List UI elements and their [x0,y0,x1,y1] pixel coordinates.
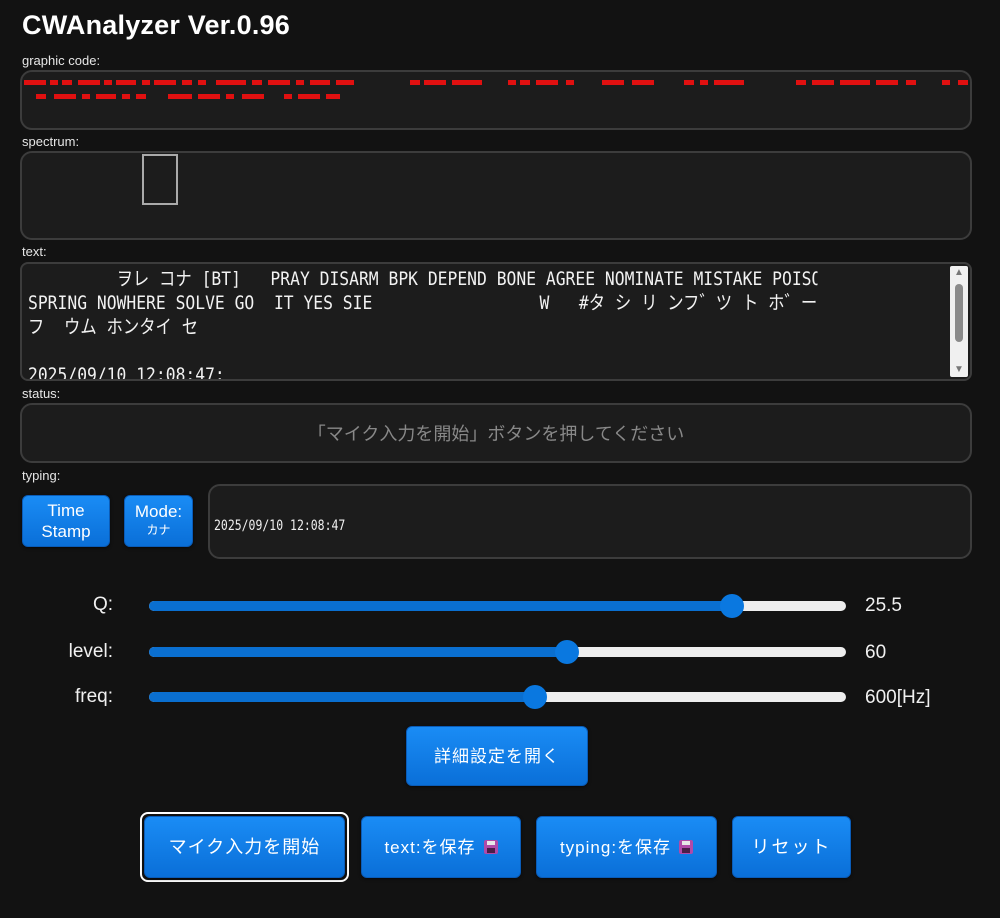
timestamp-button[interactable]: Time Stamp [22,495,110,547]
text-line [28,339,817,363]
typing-input[interactable]: 2025/09/10 12:08:47 [208,484,972,559]
text-line: フ ウム ホンタイ セ [28,316,199,338]
save-text-button[interactable]: text:を保存 [361,816,521,878]
slider-q-label: Q: [92,594,113,615]
slider-q-track[interactable] [149,594,846,618]
decoded-text-content[interactable]: ヲレ コナ [BT] PRAY DISARM BPK DEPEND BONE A… [28,267,817,379]
app-title: CWAnalyzer Ver.0.96 [22,10,290,40]
mic-start-button[interactable]: マイク入力を開始 [144,816,345,878]
slider-freq-fill [149,692,536,702]
graphic-code-label: graphic code: [22,53,101,68]
graphic-code-row-2 [22,94,972,99]
text-line: SPRING NOWHERE SOLVE GO IT YES SIE W #タ … [28,292,817,314]
text-scrollbar[interactable]: ▲ ▼ [950,266,968,377]
text-line: 2025/09/10 12:08:47: [28,364,225,379]
scroll-thumb[interactable] [955,284,963,342]
slider-freq-value: 600[Hz] [865,687,931,708]
mode-button[interactable]: Mode: カナ [124,495,193,547]
spectrum-label: spectrum: [22,134,80,149]
text-label: text: [22,244,47,259]
slider-level-value: 60 [865,642,887,663]
spectrum-display [20,151,972,240]
slider-level-label: level: [68,641,113,662]
timestamp-button-line2: Stamp [41,522,91,541]
slider-freq-track[interactable] [149,685,846,709]
slider-level-track[interactable] [149,640,846,664]
decoded-text-area[interactable]: ヲレ コナ [BT] PRAY DISARM BPK DEPEND BONE A… [20,262,972,381]
slider-q-value: 25.5 [865,595,902,616]
status-message: 「マイク入力を開始」ボタンを押してください [307,424,685,444]
open-details-label: 詳細設定を開く [434,746,560,766]
spectrum-bar [142,154,178,205]
slider-level-fill [149,647,567,657]
mode-button-line1: Mode: [134,502,183,521]
save-typing-button[interactable]: typing:を保存 [536,816,717,878]
status-display: 「マイク入力を開始」ボタンを押してください [20,403,972,463]
slider-freq-label: freq: [74,686,113,707]
text-line: ヲレ コナ [BT] PRAY DISARM BPK DEPEND BONE A… [28,268,818,290]
typing-content: 2025/09/10 12:08:47 [214,518,346,534]
slider-freq-thumb[interactable] [523,685,548,709]
timestamp-button-line1: Time [47,501,85,520]
reset-label: リセット [751,836,832,857]
slider-q-fill [149,601,733,611]
typing-label: typing: [22,468,61,483]
graphic-code-display [20,70,972,130]
floppy-disk-icon [483,840,498,854]
save-text-label: text:を保存 [384,837,476,857]
scroll-up-arrow-icon[interactable]: ▲ [950,266,968,280]
floppy-disk-icon [679,840,694,854]
open-details-button[interactable]: 詳細設定を開く [406,726,588,786]
mode-button-line2: カナ [146,523,171,537]
save-typing-label: typing:を保存 [559,837,672,857]
scroll-down-arrow-icon[interactable]: ▼ [950,363,968,377]
slider-level-thumb[interactable] [554,640,579,664]
slider-q-thumb[interactable] [720,594,745,618]
reset-button[interactable]: リセット [732,816,851,878]
status-label: status: [22,386,61,401]
graphic-code-row-1 [22,80,972,85]
mic-start-label: マイク入力を開始 [168,836,321,857]
